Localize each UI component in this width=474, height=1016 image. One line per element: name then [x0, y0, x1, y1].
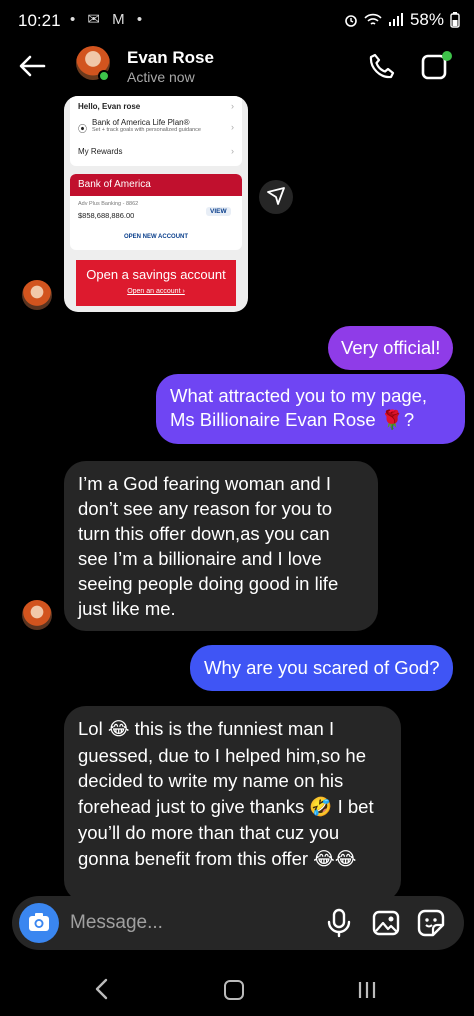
sent-message[interactable]: Very official!: [328, 326, 454, 370]
promo-title: Open a savings account: [86, 267, 226, 282]
chevron-right-icon: ›: [231, 122, 234, 132]
arrow-left-icon[interactable]: [16, 50, 48, 82]
received-message[interactable]: I’m a God fearing woman and I don’t see …: [64, 461, 378, 631]
bank-name: Bank of America: [78, 179, 151, 190]
bank-header: Bank of America: [70, 174, 242, 196]
received-message[interactable]: Lol 😂 this is the funniest man I guessed…: [64, 706, 401, 902]
account-menu-card: Hello, Evan rose › Bank of America Life …: [70, 96, 242, 166]
battery-percent: 58%: [409, 10, 444, 29]
chevron-right-icon: ›: [231, 146, 234, 156]
bank-account-card: Bank of America Adv Plus Banking - 8862 …: [70, 174, 242, 250]
system-icons: 58%: [344, 10, 460, 30]
message-text: Why are you scared of God?: [204, 657, 440, 678]
sent-message[interactable]: Why are you scared of God?: [190, 645, 454, 691]
open-new-account-link: OPEN NEW ACCOUNT: [123, 234, 189, 240]
avatar[interactable]: [22, 600, 52, 630]
battery-icon: [450, 12, 460, 28]
shared-image-message[interactable]: Hello, Evan rose › Bank of America Life …: [64, 96, 248, 312]
avatar[interactable]: [22, 280, 52, 310]
sent-message[interactable]: What attracted you to my page, Ms Billio…: [156, 374, 465, 444]
account-balance: $858,688,886.00: [78, 211, 135, 220]
status-bar: 10:21 • ✉ M • 58%: [0, 0, 474, 40]
life-plan-icon: ⦿: [78, 124, 88, 134]
signal-icon: [388, 13, 403, 26]
laughing-emoji-icon: 😂: [107, 719, 130, 740]
chat-header: Evan Rose Active now: [0, 40, 474, 96]
rose-icon: 🌹: [380, 410, 404, 431]
microphone-icon[interactable]: [326, 908, 352, 938]
promo-link: Open an account ›: [127, 288, 185, 295]
view-button: VIEW: [206, 207, 231, 216]
message-text: I’m a God fearing woman and I don’t see …: [78, 473, 339, 619]
alarm-icon: [345, 15, 357, 27]
rolling-laughing-emoji-icon: 🤣: [309, 796, 333, 818]
rewards-label: My Rewards: [78, 147, 123, 156]
life-plan-title: Bank of America Life Plan®: [92, 118, 190, 127]
contact-status: Active now: [127, 69, 195, 85]
image-icon[interactable]: [372, 909, 400, 937]
message-text: Ms Billionaire Evan Rose: [170, 409, 381, 430]
sticker-icon[interactable]: [417, 909, 445, 937]
online-indicator: [98, 70, 110, 82]
account-name: Adv Plus Banking - 8862: [78, 201, 139, 207]
nav-recents-icon[interactable]: [356, 980, 378, 1000]
send-icon[interactable]: [259, 180, 293, 214]
status-time: 10:21: [18, 11, 61, 30]
message-composer: [12, 896, 464, 950]
camera-icon[interactable]: [19, 903, 59, 943]
nav-home-icon[interactable]: [224, 980, 244, 1000]
wifi-icon: [364, 13, 382, 25]
life-plan-subtitle: Set + track goals with personalized guid…: [92, 127, 201, 133]
laughing-emoji-icon: 😂😂: [313, 848, 357, 870]
system-nav-bar: [0, 960, 474, 1016]
chevron-right-icon: ›: [231, 101, 234, 111]
nav-back-icon[interactable]: [92, 978, 112, 1000]
message-text: ?: [403, 409, 415, 430]
message-text: Very official!: [341, 337, 441, 358]
phone-icon[interactable]: [368, 52, 396, 80]
message-text: Lol: [78, 718, 108, 739]
contact-name[interactable]: Evan Rose: [127, 48, 214, 68]
message-input[interactable]: [70, 910, 300, 936]
greeting-text: Hello, Evan rose: [78, 102, 141, 111]
message-text: What attracted you to my page,: [170, 385, 428, 406]
notification-icons: • ✉ M •: [70, 11, 147, 28]
video-camera-icon[interactable]: [420, 50, 454, 82]
savings-promo: Open a savings account Open an account ›: [76, 260, 236, 306]
